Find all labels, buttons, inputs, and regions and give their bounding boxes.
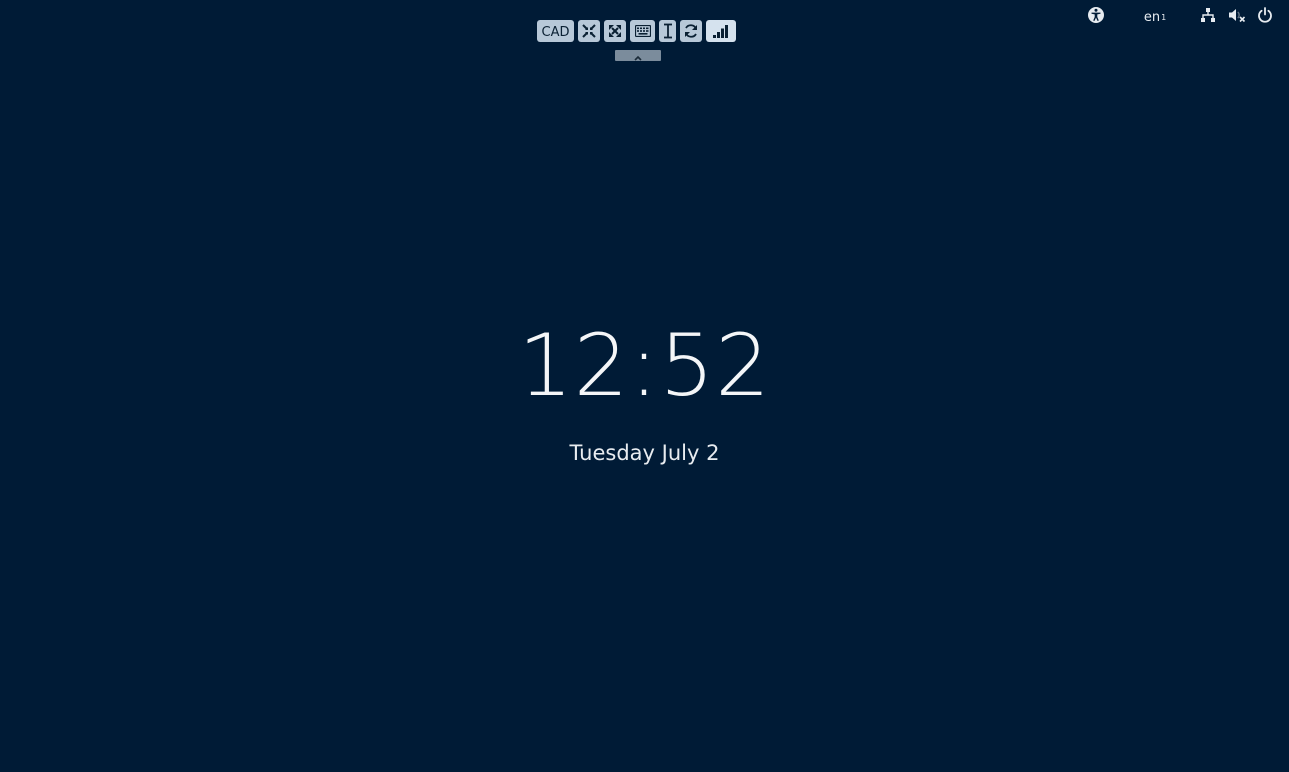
- input-source-indicator[interactable]: en 1: [1141, 7, 1169, 27]
- wired-network-icon: [1200, 7, 1216, 27]
- accessibility-icon: [1087, 6, 1105, 28]
- lock-screen-date: Tuesday July 2: [569, 441, 720, 465]
- language-label: en: [1143, 9, 1161, 25]
- accessibility-menu[interactable]: [1086, 7, 1106, 27]
- power-icon: [1257, 7, 1273, 27]
- power-menu[interactable]: [1256, 7, 1274, 27]
- toolbar-collapse-handle[interactable]: [615, 50, 661, 61]
- volume-indicator[interactable]: [1227, 7, 1247, 27]
- volume-muted-icon: [1228, 7, 1246, 27]
- language-index: 1: [1161, 12, 1167, 22]
- chevron-up-icon: [634, 46, 642, 65]
- lock-screen-clock: 12:52: [518, 316, 771, 416]
- top-bar: en 1: [0, 0, 1289, 34]
- network-indicator[interactable]: [1199, 7, 1217, 27]
